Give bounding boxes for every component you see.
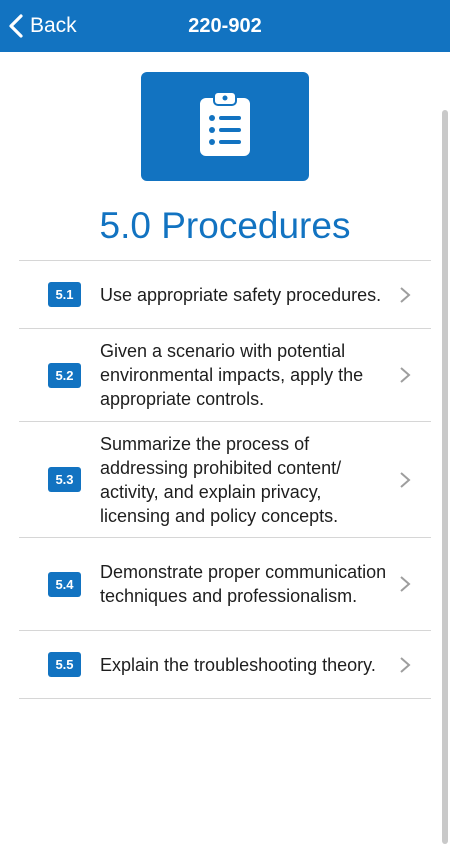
objective-text: Given a scenario with potential environm… bbox=[100, 341, 364, 409]
chevron-left-icon bbox=[8, 13, 24, 39]
list-item-5-4[interactable]: 5.4 Demonstrate proper communication tec… bbox=[19, 538, 431, 631]
chevron-right-icon bbox=[400, 576, 411, 592]
main-content: 5.0 Procedures 5.1 Use appropriate safet… bbox=[0, 52, 450, 844]
objective-text: Explain the troubleshooting theory. bbox=[100, 654, 376, 675]
objective-number-badge: 5.2 bbox=[48, 362, 81, 388]
list-item-5-2[interactable]: 5.2 Given a scenario with potential envi… bbox=[19, 329, 431, 422]
objective-number-badge: 5.3 bbox=[48, 467, 81, 492]
list-item-5-1[interactable]: 5.1 Use appropriate safety procedures. bbox=[19, 261, 431, 329]
objective-text: Summarize the process of addressing proh… bbox=[100, 433, 342, 526]
list-item-5-3[interactable]: 5.3 Summarize the process of addressing … bbox=[19, 422, 431, 538]
objective-text: Demonstrate proper communication techniq… bbox=[100, 562, 387, 606]
objective-text: Use appropriate safety procedures. bbox=[100, 284, 382, 305]
section-title: 5.0 Procedures bbox=[99, 205, 351, 246]
list-item-5-5[interactable]: 5.5 Explain the troubleshooting theory. bbox=[19, 631, 431, 699]
back-label: Back bbox=[30, 14, 77, 37]
chevron-right-icon bbox=[400, 471, 411, 488]
objectives-list: 5.1 Use appropriate safety procedures. 5… bbox=[19, 260, 431, 699]
objective-number-badge: 5.1 bbox=[48, 282, 81, 307]
objective-number-badge: 5.5 bbox=[48, 652, 81, 677]
objective-number-badge: 5.4 bbox=[48, 571, 81, 597]
chevron-right-icon bbox=[400, 656, 411, 673]
chevron-right-icon bbox=[400, 286, 411, 303]
back-button[interactable]: Back bbox=[8, 0, 77, 52]
chevron-right-icon bbox=[400, 367, 411, 383]
section-icon-tile bbox=[141, 72, 309, 181]
top-bar: Back 220-902 bbox=[0, 0, 450, 52]
clipboard-list-icon bbox=[199, 91, 251, 162]
